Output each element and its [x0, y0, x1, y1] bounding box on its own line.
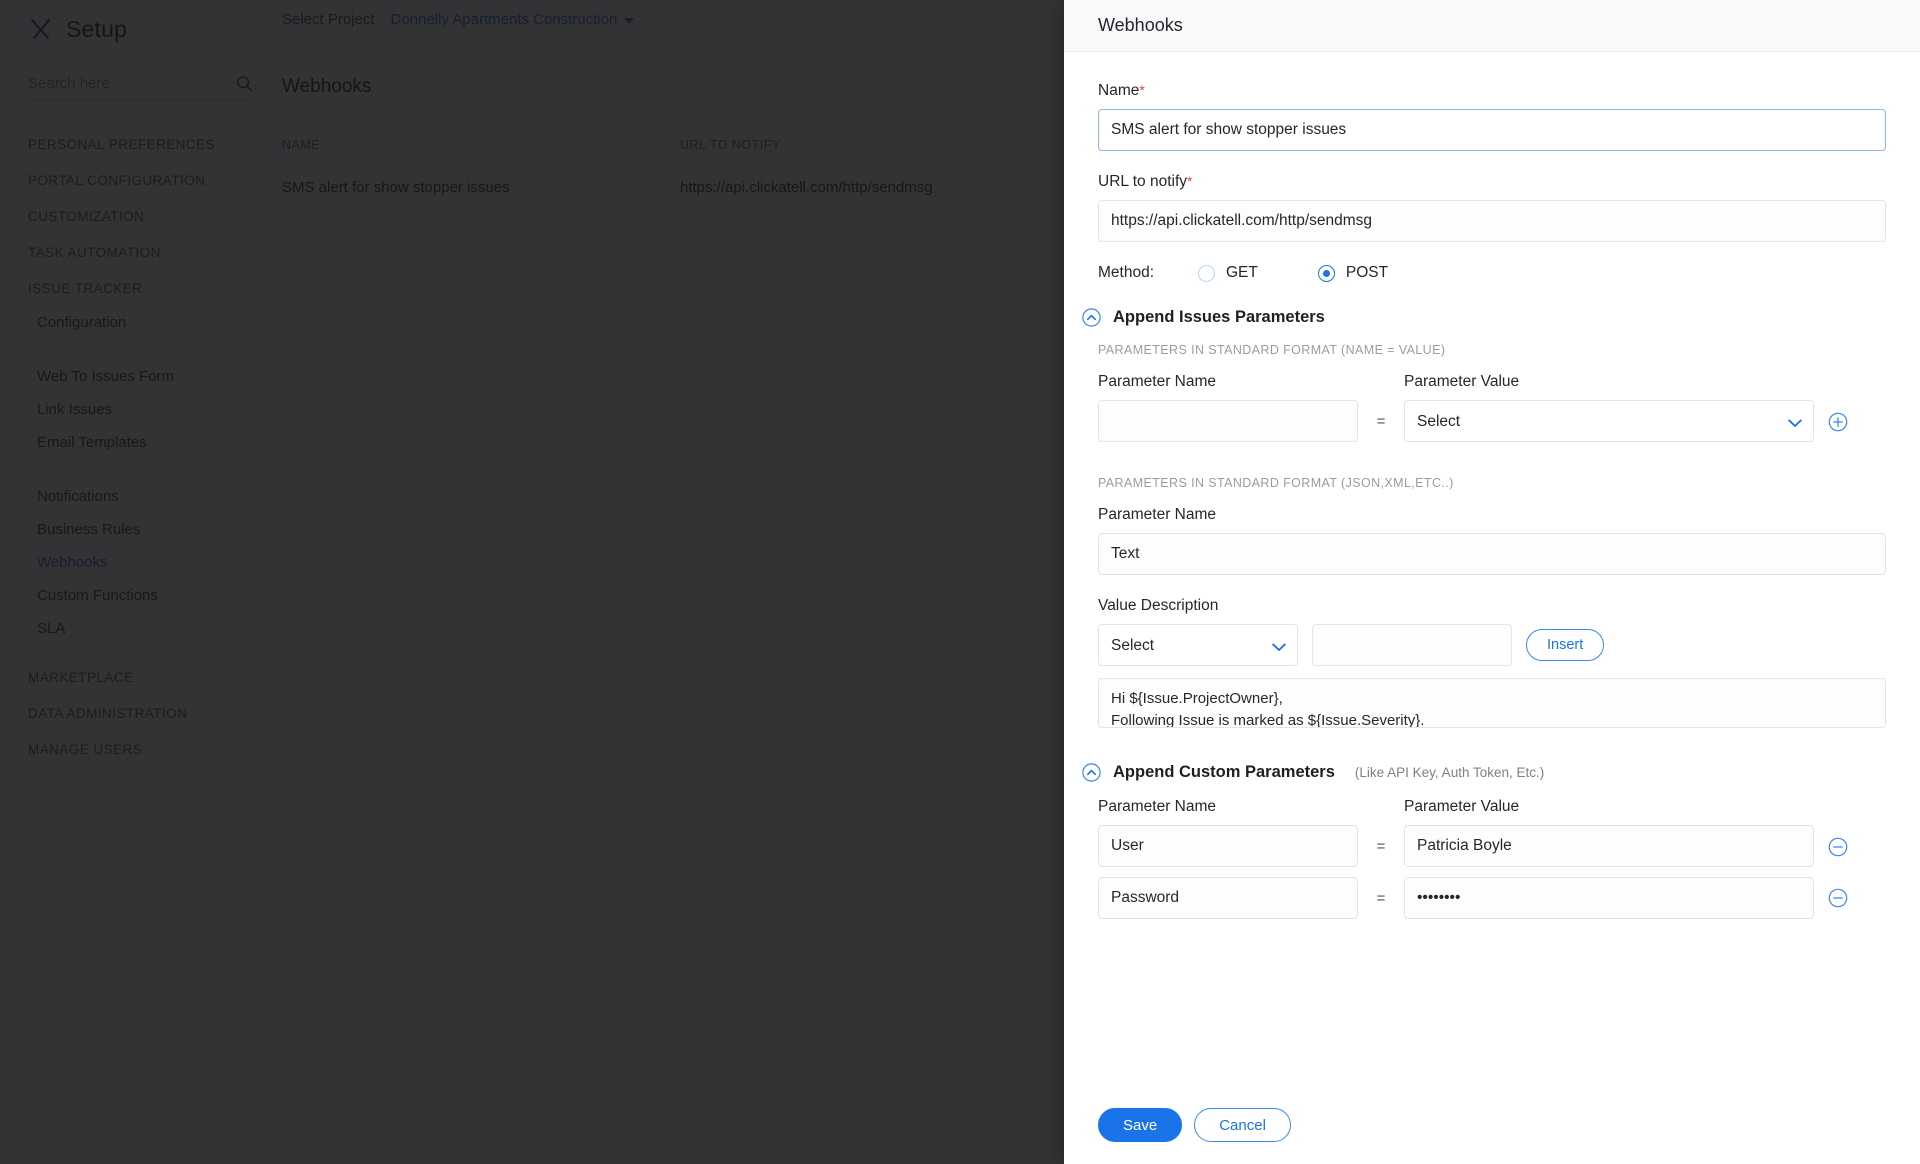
radio-get-icon[interactable] [1198, 264, 1215, 282]
name-field-group: Name* [1098, 82, 1886, 151]
custom-param-row: Parameter Name = Parameter Value [1098, 798, 1886, 867]
name-label-text: Name [1098, 82, 1140, 99]
chevron-up-circle-icon[interactable] [1082, 308, 1101, 327]
chevron-up-circle-icon[interactable] [1082, 763, 1101, 782]
custom-param-actions-1 [1814, 837, 1870, 867]
value-description-row: Select Insert [1098, 624, 1886, 666]
append-issues-title: Append Issues Parameters [1113, 308, 1325, 326]
equals-sign: = [1376, 838, 1386, 855]
required-asterisk: * [1139, 82, 1145, 98]
custom-param-name-col [1098, 877, 1358, 919]
custom-param-value-label: Parameter Value [1404, 798, 1520, 815]
custom-param-actions-2 [1814, 877, 1870, 919]
value-description-input[interactable] [1312, 624, 1512, 666]
standard-param-name-label: Parameter Name [1098, 373, 1217, 390]
cancel-button[interactable]: Cancel [1194, 1108, 1291, 1142]
custom-param-name-input-password[interactable] [1098, 877, 1358, 919]
url-label: URL to notify* [1098, 173, 1886, 191]
value-description-label: Value Description [1098, 597, 1219, 614]
structured-params-caption: PARAMETERS IN STANDARD FORMAT (JSON,XML,… [1098, 476, 1454, 490]
standard-param-value-select[interactable]: Select [1404, 400, 1814, 442]
method-post-label: POST [1345, 264, 1389, 281]
name-label: Name* [1098, 82, 1886, 100]
custom-param-value-col [1404, 877, 1814, 919]
structured-param-name-input[interactable] [1098, 533, 1886, 575]
minus-circle-icon[interactable] [1828, 837, 1848, 857]
app-root: Setup PERSONAL PREFERENCESPORTAL CONFIGU… [0, 0, 1920, 1164]
structured-param-name-label: Parameter Name [1098, 506, 1217, 523]
standard-param-row: Parameter Name = Parameter Value Select [1098, 373, 1886, 442]
method-get-label: GET [1226, 264, 1258, 281]
structured-param-name-group: Parameter Name [1098, 506, 1886, 575]
insert-button[interactable]: Insert [1526, 629, 1605, 661]
radio-post-icon[interactable] [1317, 264, 1335, 282]
panel-header: Webhooks [1064, 0, 1920, 52]
method-row: Method: GET POST [1098, 264, 1886, 282]
value-description-group: Value Description Select Insert Hi ${Iss… [1098, 597, 1886, 733]
custom-param-value-input-password[interactable] [1404, 877, 1814, 919]
modal-overlay[interactable] [0, 0, 1064, 1164]
standard-param-actions [1814, 412, 1870, 442]
panel-title: Webhooks [1098, 15, 1183, 35]
save-button[interactable]: Save [1098, 1108, 1183, 1142]
standard-param-value-col: Parameter Value Select [1404, 373, 1814, 442]
custom-param-value-col: Parameter Value [1404, 798, 1814, 867]
minus-circle-icon[interactable] [1828, 888, 1848, 908]
structured-body-textarea[interactable]: Hi ${Issue.ProjectOwner}, Following Issu… [1098, 678, 1886, 728]
custom-param-name-col: Parameter Name [1098, 798, 1358, 867]
append-custom-title: Append Custom Parameters [1113, 763, 1335, 781]
plus-circle-icon[interactable] [1828, 412, 1848, 432]
webhook-edit-panel: Webhooks Name* URL to notify* Method: [1064, 0, 1920, 1164]
value-description-input-wrap [1312, 624, 1512, 666]
custom-param-name-label: Parameter Name [1098, 798, 1217, 815]
equals-sign: = [1376, 413, 1386, 430]
append-issues-section-header[interactable]: Append Issues Parameters [1082, 308, 1886, 327]
standard-param-value-label: Parameter Value [1404, 373, 1520, 390]
equals-sign: = [1376, 889, 1386, 907]
append-custom-note: (Like API Key, Auth Token, Etc.) [1354, 765, 1545, 780]
required-asterisk: * [1187, 173, 1193, 189]
url-input[interactable] [1098, 200, 1886, 242]
url-field-group: URL to notify* [1098, 173, 1886, 242]
value-description-select-wrap: Select [1098, 624, 1298, 666]
standard-param-value-select-wrap: Select [1404, 400, 1814, 442]
method-label: Method: [1098, 264, 1155, 281]
method-option-post[interactable]: POST [1317, 264, 1389, 282]
name-input[interactable] [1098, 109, 1886, 151]
url-label-text: URL to notify [1098, 173, 1188, 190]
append-custom-section-header[interactable]: Append Custom Parameters (Like API Key, … [1082, 763, 1886, 782]
panel-footer: Save Cancel [1064, 1092, 1920, 1164]
standard-param-name-input[interactable] [1098, 400, 1358, 442]
panel-body: Name* URL to notify* Method: GET [1064, 52, 1920, 1092]
custom-param-value-input-user[interactable] [1404, 825, 1814, 867]
method-option-get[interactable]: GET [1198, 264, 1258, 282]
value-description-select[interactable]: Select [1098, 624, 1298, 666]
standard-params-caption: PARAMETERS IN STANDARD FORMAT (NAME = VA… [1098, 343, 1446, 357]
standard-param-name-col: Parameter Name [1098, 373, 1358, 442]
custom-param-row: = [1098, 877, 1886, 919]
custom-param-name-input-user[interactable] [1098, 825, 1358, 867]
